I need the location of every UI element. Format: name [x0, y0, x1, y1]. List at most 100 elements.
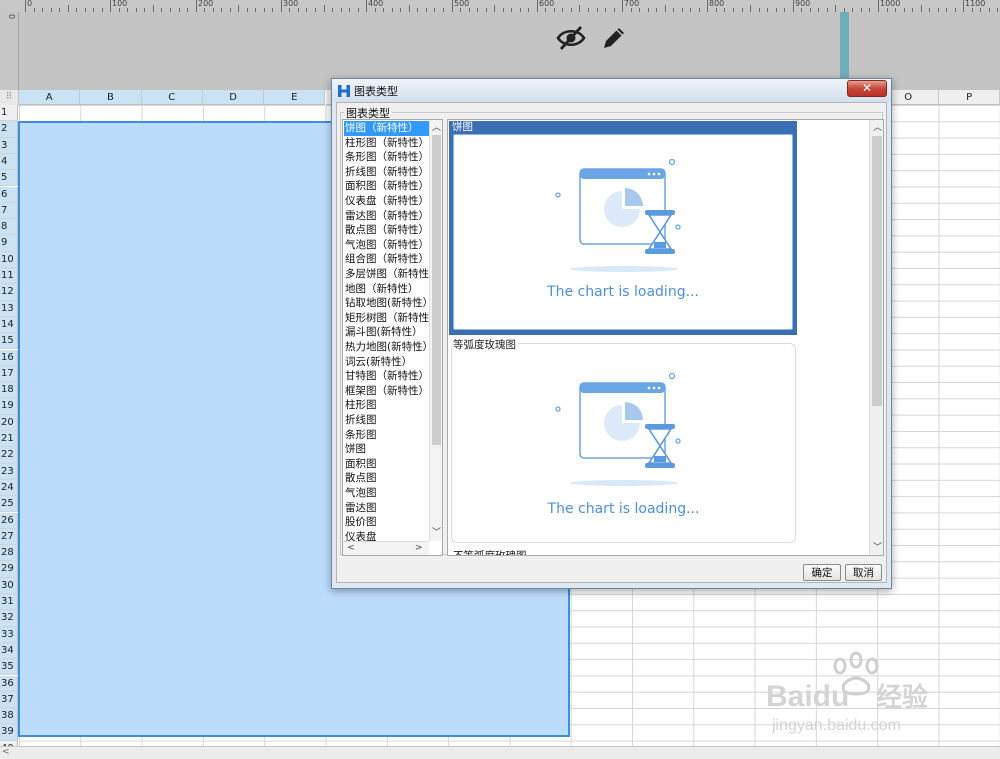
row-header[interactable]: 14	[0, 316, 18, 334]
row-header[interactable]: 27	[0, 528, 18, 546]
chart-type-item[interactable]: 仪表盘（新特性）	[344, 194, 430, 209]
preview-card-rose[interactable]: The chart is loading...	[451, 343, 796, 543]
watermark-url: jingyan.baidu.com	[771, 717, 901, 734]
row-header[interactable]: 4	[0, 153, 18, 171]
row-header[interactable]: 7	[0, 202, 18, 220]
scroll-right-icon[interactable]: >	[415, 543, 423, 553]
chart-type-item[interactable]: 柱形图（新特性）	[344, 136, 430, 151]
chart-type-item[interactable]: 漏斗图(新特性）	[344, 325, 430, 340]
row-header[interactable]: 12	[0, 284, 18, 301]
chart-type-item[interactable]: 甘特图（新特性）	[344, 369, 430, 384]
chart-type-item[interactable]: 词云(新特性）	[344, 355, 430, 370]
chart-type-item[interactable]: 矩形树图（新特性	[344, 311, 430, 326]
chart-type-item[interactable]: 雷达图（新特性）	[344, 209, 430, 224]
preview-vertical-scrollbar[interactable]: ︿ ﹀	[869, 120, 883, 555]
row-header[interactable]: 18	[0, 382, 18, 399]
chart-type-item[interactable]: 折线图	[344, 413, 430, 428]
chart-type-item[interactable]: 气泡图	[344, 486, 430, 501]
row-header[interactable]: 9	[0, 235, 18, 252]
column-header[interactable]: A	[19, 90, 81, 105]
chart-type-item[interactable]: 框架图（新特性）	[344, 384, 430, 399]
row-header[interactable]: 26	[0, 512, 18, 529]
chart-type-item[interactable]: 股价图	[344, 515, 430, 530]
scroll-left-arrow-icon[interactable]: <	[2, 747, 10, 757]
row-header[interactable]: 21	[0, 431, 18, 448]
chart-type-item[interactable]: 折线图（新特性）	[344, 165, 430, 180]
preview-card-pie-selected[interactable]: 饼图 The chart is loading...	[449, 121, 797, 335]
chart-type-item[interactable]: 条形图（新特性）	[344, 150, 430, 165]
chart-type-item[interactable]: 气泡图（新特性）	[344, 238, 430, 253]
row-header[interactable]: 33	[0, 626, 18, 643]
scroll-down-icon[interactable]: ﹀	[873, 540, 882, 553]
chart-type-item[interactable]: 散点图（新特性）	[344, 223, 430, 238]
sheet-horizontal-scrollbar[interactable]: <	[0, 746, 1000, 759]
dialog-titlebar[interactable]: 图表类型 ✕	[332, 79, 891, 102]
row-header[interactable]: 37	[0, 691, 18, 709]
row-header[interactable]: 24	[0, 479, 18, 497]
row-header[interactable]: 1	[0, 105, 18, 122]
select-all-corner[interactable]: ⠿	[0, 90, 19, 106]
chart-type-item[interactable]: 地图（新特性）	[344, 282, 430, 297]
preview-scroll-thumb[interactable]	[872, 136, 882, 406]
row-header[interactable]: 32	[0, 610, 18, 627]
scroll-left-icon[interactable]: <	[347, 543, 355, 553]
row-header[interactable]: 5	[0, 170, 18, 187]
row-header[interactable]: 38	[0, 708, 18, 725]
row-header[interactable]: 25	[0, 496, 18, 513]
chart-type-item[interactable]: 热力地图(新特性）	[344, 340, 430, 355]
row-header[interactable]: 15	[0, 333, 18, 350]
ok-button[interactable]: 确定	[803, 564, 841, 581]
row-header[interactable]: 23	[0, 463, 18, 480]
scroll-down-icon[interactable]: ﹀	[432, 525, 441, 538]
chart-type-item[interactable]: 多层饼图（新特性	[344, 267, 430, 282]
row-header[interactable]: 19	[0, 398, 18, 415]
ruler-label: 400	[368, 0, 384, 8]
row-header[interactable]: 6	[0, 186, 18, 203]
column-header[interactable]: B	[80, 90, 142, 105]
column-header[interactable]: D	[202, 90, 265, 105]
row-header[interactable]: 8	[0, 219, 18, 236]
row-header[interactable]: 16	[0, 349, 18, 366]
chart-preview-panel[interactable]: 饼图 The chart is loading... The chart is …	[447, 119, 884, 556]
row-header[interactable]: 39	[0, 724, 18, 741]
row-header[interactable]: 22	[0, 447, 18, 464]
list-vertical-scrollbar[interactable]: ︿ ﹀	[429, 120, 442, 541]
list-horizontal-scrollbar[interactable]: < >	[343, 541, 429, 555]
hide-eye-icon[interactable]	[556, 25, 586, 51]
row-header[interactable]: 36	[0, 675, 18, 692]
ruler-tick	[25, 0, 26, 12]
chart-type-item[interactable]: 柱形图	[344, 398, 430, 413]
chart-type-item[interactable]: 条形图	[344, 428, 430, 443]
row-header[interactable]: 11	[0, 268, 18, 285]
row-header[interactable]: 31	[0, 594, 18, 611]
row-header[interactable]: 2	[0, 121, 18, 138]
row-header[interactable]: 29	[0, 561, 18, 578]
edit-pencil-icon[interactable]	[600, 24, 628, 52]
chart-type-item[interactable]: 钻取地图(新特性）	[344, 296, 430, 311]
close-button[interactable]: ✕	[847, 80, 887, 97]
chart-type-item[interactable]: 饼图（新特性）	[344, 121, 430, 136]
column-header[interactable]: E	[264, 90, 326, 105]
list-scroll-thumb[interactable]	[432, 135, 441, 445]
row-header[interactable]: 13	[0, 300, 18, 317]
row-header[interactable]: 20	[0, 414, 18, 431]
row-header[interactable]: 35	[0, 659, 18, 676]
row-header[interactable]: 17	[0, 365, 18, 383]
chart-type-item[interactable]: 面积图	[344, 457, 430, 472]
chart-type-item[interactable]: 散点图	[344, 471, 430, 486]
row-header[interactable]: 10	[0, 251, 18, 268]
chart-type-list[interactable]: 饼图（新特性） 柱形图（新特性） 条形图（新特性） 折线图（新特性） 面积图（新特性）仪…	[342, 119, 443, 556]
chart-type-item[interactable]: 饼图	[344, 442, 430, 457]
column-header[interactable]: C	[141, 90, 203, 105]
column-header[interactable]: P	[939, 90, 1000, 105]
row-header[interactable]: 3	[0, 137, 18, 154]
row-header[interactable]: 28	[0, 545, 18, 562]
scroll-up-icon[interactable]: ︿	[873, 120, 882, 133]
scroll-up-icon[interactable]: ︿	[432, 120, 441, 133]
chart-type-item[interactable]: 面积图（新特性）	[344, 179, 430, 194]
cancel-button[interactable]: 取消	[845, 564, 882, 581]
chart-type-item[interactable]: 雷达图	[344, 501, 430, 516]
chart-type-item[interactable]: 组合图（新特性）	[344, 252, 430, 267]
row-header[interactable]: 30	[0, 577, 18, 594]
row-header[interactable]: 34	[0, 642, 18, 660]
